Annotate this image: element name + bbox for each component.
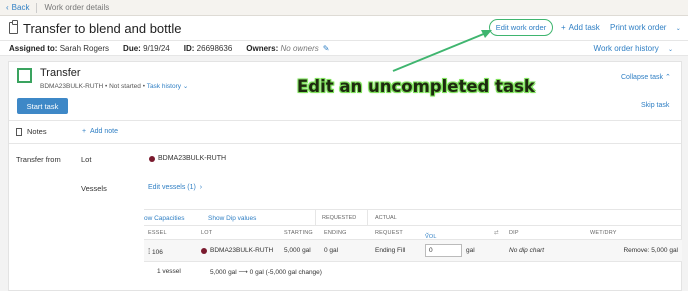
request-cell: Ending Fill [375, 247, 406, 254]
topbar: ‹ Back Work order details [0, 0, 688, 16]
add-note-link[interactable]: + Add note [82, 128, 118, 135]
col-lot: LOT [201, 230, 213, 236]
chevron-left-icon: ‹ [6, 3, 9, 12]
col-wet-dry: WET/DRY [590, 230, 617, 236]
lot-value: BDMA23BULK-RUTH [149, 155, 226, 162]
vessel-table-header: ESSEL LOT STARTING ENDING REQUEST VOL ⌄ … [144, 226, 682, 240]
volume-input[interactable]: 0 [425, 244, 462, 257]
work-order-id: ID: 26698636 [183, 43, 233, 53]
pencil-icon[interactable]: ✎ [323, 44, 330, 53]
work-order-history-link[interactable]: Work order history ⌄ [594, 44, 673, 53]
divider [36, 2, 38, 13]
vessel-table: ow Capacities Show Dip values REQUESTED … [144, 209, 682, 282]
volume-summary: 5,000 gal ⟶ 0 gal (-5,000 gal change) [210, 269, 322, 276]
chevron-down-icon: ⌄ [675, 26, 681, 32]
page-title: Transfer to blend and bottle [23, 20, 182, 36]
divider [315, 209, 316, 226]
requested-group-header: REQUESTED [322, 215, 357, 221]
plus-icon: + [561, 23, 566, 32]
divider [367, 209, 368, 226]
lot-color-dot [201, 247, 207, 254]
ending-cell: 0 gal [324, 247, 339, 254]
task-checkbox[interactable] [17, 68, 32, 83]
breadcrumb: Work order details [44, 3, 110, 12]
wet-dry-cell: Remove: 5,000 gal [623, 247, 678, 254]
vol-unit: gal [466, 247, 475, 254]
document-icon [16, 127, 22, 136]
assigned-to: Assigned to: Sarah Rogers [9, 43, 110, 53]
notes-section: Notes [16, 127, 47, 136]
owners: Owners: No owners ✎ [246, 43, 330, 53]
lot-cell: BDMA23BULK-RUTH [201, 247, 273, 254]
col-request: REQUEST [375, 230, 403, 236]
lot-color-dot [149, 155, 155, 162]
vessel-cell: ⁞ 106 [148, 247, 163, 256]
col-starting: STARTING [284, 230, 313, 236]
dip-cell: No dip chart [509, 247, 545, 254]
task-history-link[interactable]: Task history ⌄ [147, 83, 189, 90]
col-vessel: ESSEL [148, 230, 167, 236]
vessel-count: 1 vessel [157, 268, 181, 275]
print-work-order-button[interactable]: Print work order ⌄ [610, 23, 681, 32]
chevron-up-icon: ⌃ [664, 74, 671, 81]
vessel-table-toolbar: ow Capacities Show Dip values REQUESTED … [144, 209, 682, 226]
col-dip: DIP [509, 230, 519, 236]
annotation-label: Edit an uncompleted task [297, 77, 535, 96]
vessel-table-footer: 1 vessel 5,000 gal ⟶ 0 gal (-5,000 gal c… [144, 262, 682, 282]
show-dip-values-link[interactable]: Show Dip values [208, 215, 256, 222]
chevron-down-icon: ⌄ [667, 47, 673, 53]
due-date: Due: 9/19/24 [123, 43, 170, 53]
collapse-task-link[interactable]: Collapse task ⌃ [621, 73, 671, 81]
divider [9, 120, 681, 121]
task-subtitle: BDMA23BULK-RUTH • Not started • Task his… [40, 83, 189, 90]
skip-task-link[interactable]: Skip task [641, 102, 669, 109]
edit-work-order-button[interactable]: Edit work order [489, 19, 553, 36]
table-row: ⁞ 106 BDMA23BULK-RUTH 5,000 gal 0 gal En… [144, 240, 682, 262]
back-link[interactable]: ‹ Back [6, 3, 29, 12]
swap-icon[interactable]: ⇄ [494, 230, 499, 236]
starting-cell: 5,000 gal [284, 247, 311, 254]
lot-label: Lot [81, 155, 92, 164]
show-capacities-link[interactable]: ow Capacities [144, 215, 184, 222]
col-ending: ENDING [324, 230, 347, 236]
edit-vessels-link[interactable]: Edit vessels (1) › [148, 184, 202, 191]
start-task-button[interactable]: Start task [17, 98, 68, 114]
work-order-meta: Assigned to: Sarah Rogers Due: 9/19/24 I… [0, 40, 688, 56]
transfer-from-label: Transfer from [16, 155, 61, 164]
task-title: Transfer [40, 67, 81, 79]
clipboard-icon [9, 20, 18, 34]
vessels-label: Vessels [81, 184, 107, 193]
add-task-button[interactable]: + Add task [561, 23, 600, 32]
divider [9, 143, 681, 144]
col-vol[interactable]: VOL ⌄ [425, 230, 436, 240]
actual-group-header: ACTUAL [375, 215, 397, 221]
